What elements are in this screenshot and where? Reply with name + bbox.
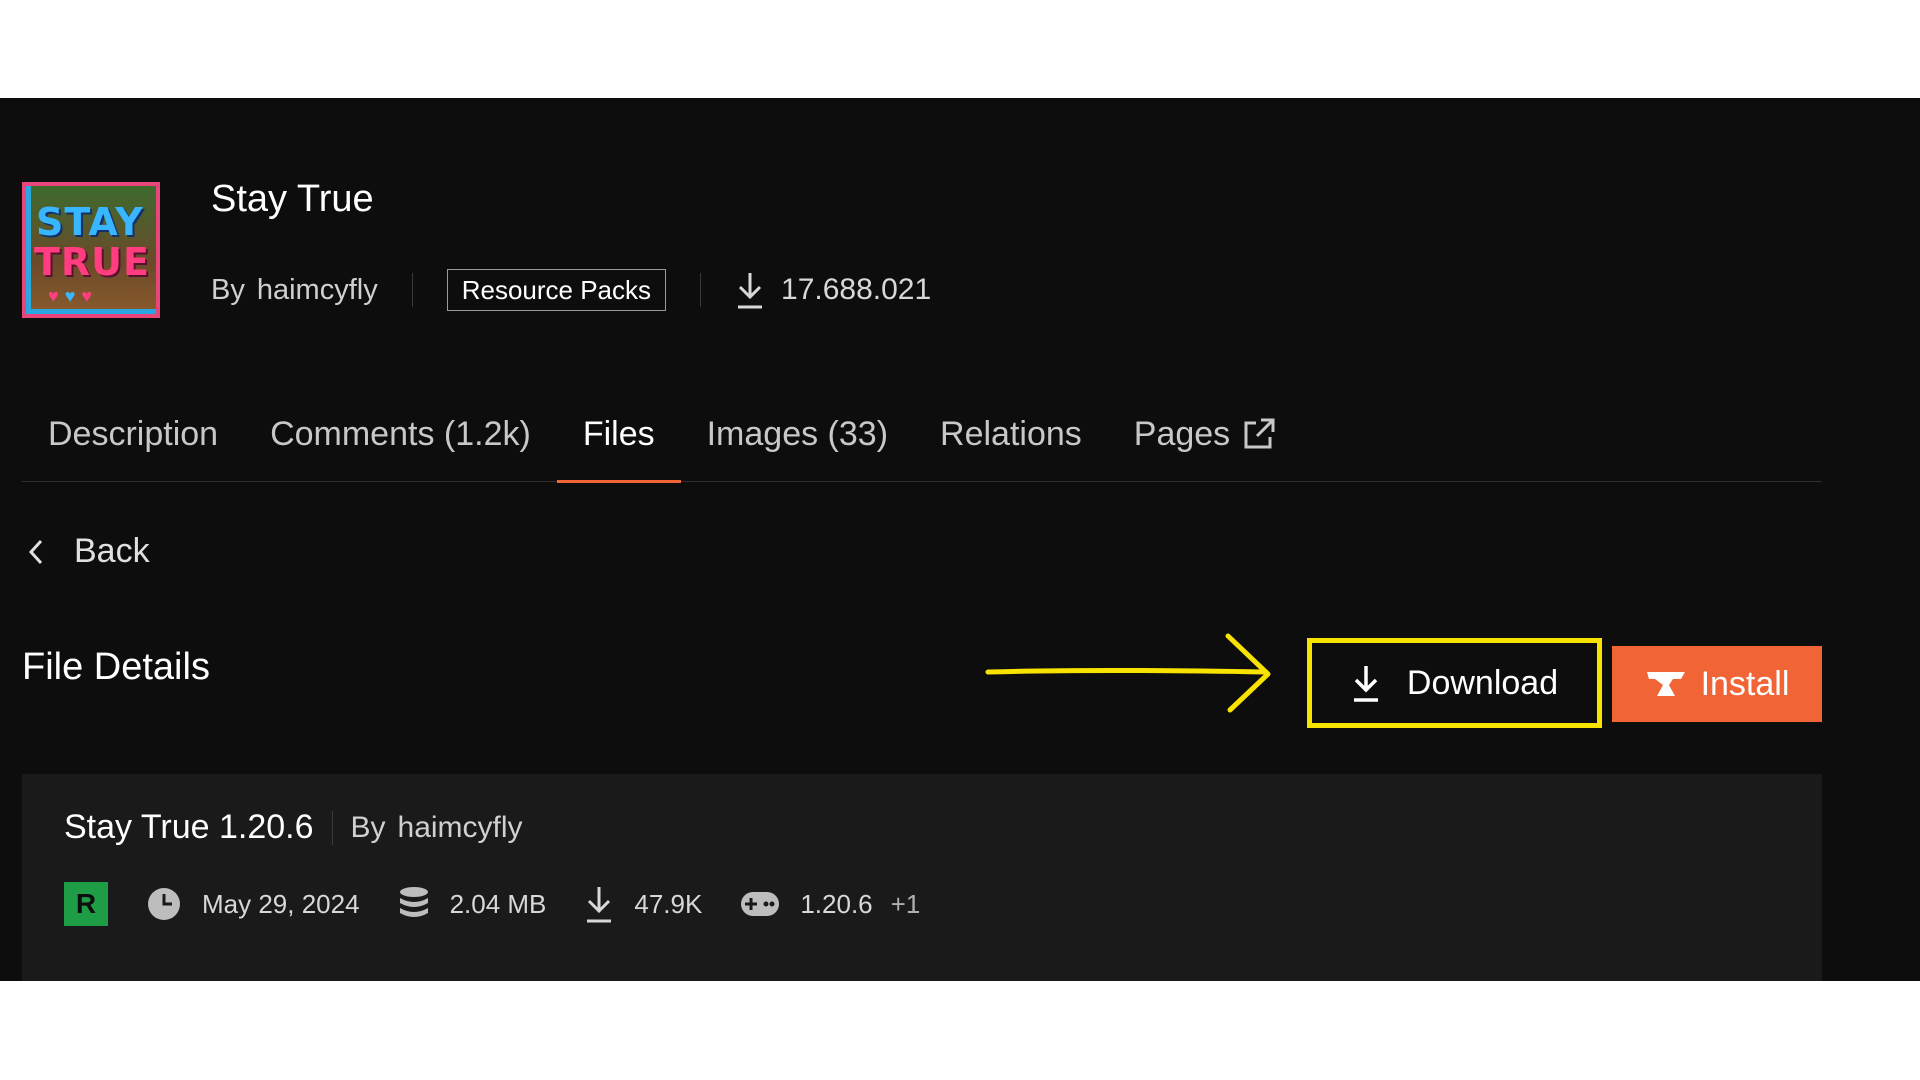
- author-link[interactable]: haimcyfly: [257, 274, 378, 307]
- logo-hearts: ♥♥♥: [48, 286, 99, 306]
- file-header: Stay True 1.20.6 By haimcyfly: [64, 808, 523, 847]
- file-downloads: 47.9K: [584, 884, 702, 924]
- logo-text-line2: TRUE: [34, 240, 150, 284]
- tab-label: Pages: [1133, 414, 1231, 453]
- file-details-heading: File Details: [22, 646, 210, 688]
- tab-label: Relations: [940, 414, 1082, 453]
- download-icon: [587, 887, 612, 923]
- database-icon: [399, 887, 428, 917]
- meta-divider: [411, 273, 413, 307]
- back-link[interactable]: Back: [28, 532, 150, 571]
- download-label: Download: [1406, 663, 1559, 702]
- tab-label: Files: [582, 414, 655, 453]
- file-name: Stay True 1.20.6: [64, 808, 314, 846]
- tab-pages[interactable]: Pages: [1108, 386, 1302, 482]
- tab-label: Description: [48, 414, 219, 453]
- by-label: By: [211, 273, 245, 306]
- project-title: Stay True: [211, 178, 374, 220]
- file-size-value: 2.04 MB: [449, 888, 547, 919]
- category-badge[interactable]: Resource Packs: [446, 269, 667, 311]
- project-logo: STAY TRUE ♥♥♥: [22, 182, 160, 318]
- file-downloads-value: 47.9K: [634, 888, 703, 919]
- project-tabs: Description Comments (1.2k) Files Images…: [22, 386, 1822, 483]
- project-meta: By haimcyfly Resource Packs 17.688.021: [211, 268, 931, 312]
- external-link-icon: [1244, 418, 1275, 449]
- file-stats: R May 29, 2024 2.04 MB 47.9K 1.20.6 +1: [64, 882, 958, 926]
- tab-label: Images (33): [706, 414, 889, 453]
- install-button[interactable]: Install: [1612, 646, 1822, 722]
- tab-description[interactable]: Description: [22, 386, 244, 482]
- total-downloads: 17.688.021: [735, 270, 931, 310]
- file-date-value: May 29, 2024: [202, 888, 360, 919]
- file-divider: [331, 810, 333, 845]
- more-versions-count[interactable]: +1: [891, 889, 921, 920]
- download-icon: [1353, 666, 1378, 702]
- clock-icon: [148, 888, 180, 920]
- total-downloads-value: 17.688.021: [781, 273, 932, 306]
- game-version-value: 1.20.6: [800, 888, 873, 919]
- download-icon: [738, 273, 763, 309]
- tab-label: Comments (1.2k): [270, 414, 531, 453]
- tab-comments[interactable]: Comments (1.2k): [244, 386, 557, 482]
- gamepad-icon: [741, 892, 780, 916]
- logo-text-line1: STAY: [36, 200, 144, 244]
- chevron-left-icon: [28, 539, 43, 564]
- file-by-label: By: [350, 810, 386, 844]
- install-label: Install: [1700, 664, 1790, 703]
- tab-files[interactable]: Files: [556, 386, 681, 483]
- meta-divider: [700, 273, 702, 307]
- release-type-badge: R: [64, 882, 108, 926]
- annotation-arrow: [985, 633, 1271, 713]
- download-button[interactable]: Download: [1307, 638, 1602, 728]
- file-author-link[interactable]: haimcyfly: [398, 811, 523, 845]
- file-card: Stay True 1.20.6 By haimcyfly R May 29, …: [22, 774, 1822, 981]
- file-date: May 29, 2024: [146, 886, 360, 922]
- file-size: 2.04 MB: [398, 886, 547, 922]
- project-page: STAY TRUE ♥♥♥ Stay True By haimcyfly Res…: [0, 98, 1920, 981]
- game-version: 1.20.6 +1: [740, 889, 920, 920]
- back-label: Back: [74, 532, 150, 570]
- anvil-icon: [1646, 672, 1685, 696]
- tab-images[interactable]: Images (33): [681, 386, 914, 482]
- tab-relations[interactable]: Relations: [914, 386, 1108, 482]
